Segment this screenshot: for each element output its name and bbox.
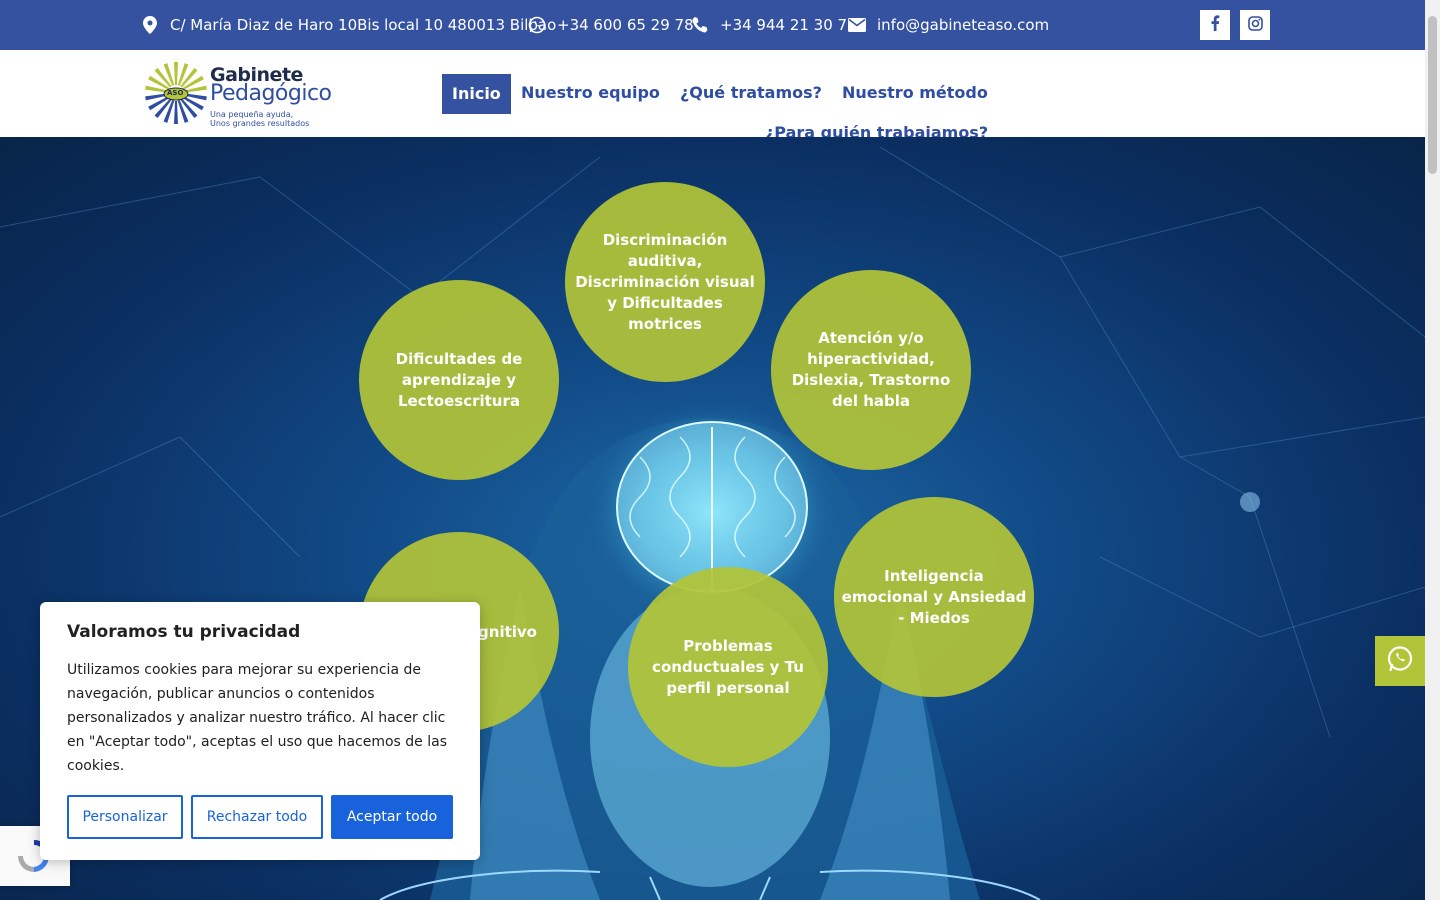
customize-button[interactable]: Personalizar <box>67 795 183 839</box>
scrollbar-thumb[interactable] <box>1428 16 1437 174</box>
email-address[interactable]: info@gabineteaso.com <box>877 16 1049 34</box>
whatsapp-icon <box>527 15 547 35</box>
cookie-consent-dialog: Valoramos tu privacidad Utilizamos cooki… <box>40 602 480 860</box>
phone-number[interactable]: +34 944 21 30 73 <box>720 16 857 34</box>
whatsapp-float-button[interactable] <box>1375 636 1425 686</box>
nav-item-inicio[interactable]: Inicio <box>442 74 511 114</box>
facebook-button[interactable] <box>1200 10 1230 40</box>
reject-all-button[interactable]: Rechazar todo <box>191 795 323 839</box>
phone-item[interactable]: +34 944 21 30 73 <box>690 0 857 50</box>
address-item: C/ María Diaz de Haro 10Bis local 10 480… <box>140 0 556 50</box>
nav-item-que-tratamos[interactable]: ¿Qué tratamos? <box>680 83 822 102</box>
logo-tagline-line-1: Una pequeña ayuda, <box>210 110 294 119</box>
instagram-button[interactable] <box>1240 10 1270 40</box>
email-item[interactable]: info@gabineteaso.com <box>847 0 1049 50</box>
cookie-text: Utilizamos cookies para mejorar su exper… <box>67 662 447 774</box>
whatsapp-item[interactable]: +34 600 65 29 78 <box>527 0 694 50</box>
logo-tagline-line-2: Unos grandes resultados <box>210 119 310 128</box>
topic-circle-problemas-conductuales[interactable]: Problemas conductuales y Tu perfil perso… <box>628 567 828 767</box>
cookie-title: Valoramos tu privacidad <box>67 622 301 642</box>
logo-tagline: Una pequeña ayuda, Unos grandes resultad… <box>210 110 309 128</box>
topic-circle-atencion-hiperactividad[interactable]: Atención y/o hiperactividad, Dislexia, T… <box>771 270 971 470</box>
topic-circle-dificultades-aprendizaje[interactable]: Dificultades de aprendizaje y Lectoescri… <box>359 280 559 480</box>
whatsapp-icon <box>1386 645 1414 677</box>
nav-item-nuestro-metodo[interactable]: Nuestro método <box>842 83 988 102</box>
top-contact-bar: C/ María Diaz de Haro 10Bis local 10 480… <box>0 0 1425 50</box>
nav-item-nuestro-equipo[interactable]: Nuestro equipo <box>521 83 660 102</box>
instagram-icon <box>1247 15 1263 35</box>
location-pin-icon <box>140 15 160 35</box>
whatsapp-number[interactable]: +34 600 65 29 78 <box>557 16 694 34</box>
phone-icon <box>690 15 710 35</box>
envelope-icon <box>847 15 867 35</box>
topic-circle-discriminacion[interactable]: Discriminación auditiva, Discriminación … <box>565 182 765 382</box>
topic-circle-inteligencia-emocional[interactable]: Inteligencia emocional y Ansiedad - Mied… <box>834 497 1034 697</box>
site-logo[interactable]: ASO Gabinete Pedagógico Una pequeña ayud… <box>144 61 344 128</box>
logo-subtitle: Pedagógico <box>210 81 332 106</box>
accept-all-button[interactable]: Aceptar todo <box>331 795 453 839</box>
site-header: ASO Gabinete Pedagógico Una pequeña ayud… <box>0 50 1425 142</box>
logo-badge: ASO <box>167 89 184 97</box>
facebook-icon <box>1210 15 1220 35</box>
address-text: C/ María Diaz de Haro 10Bis local 10 480… <box>170 16 557 34</box>
